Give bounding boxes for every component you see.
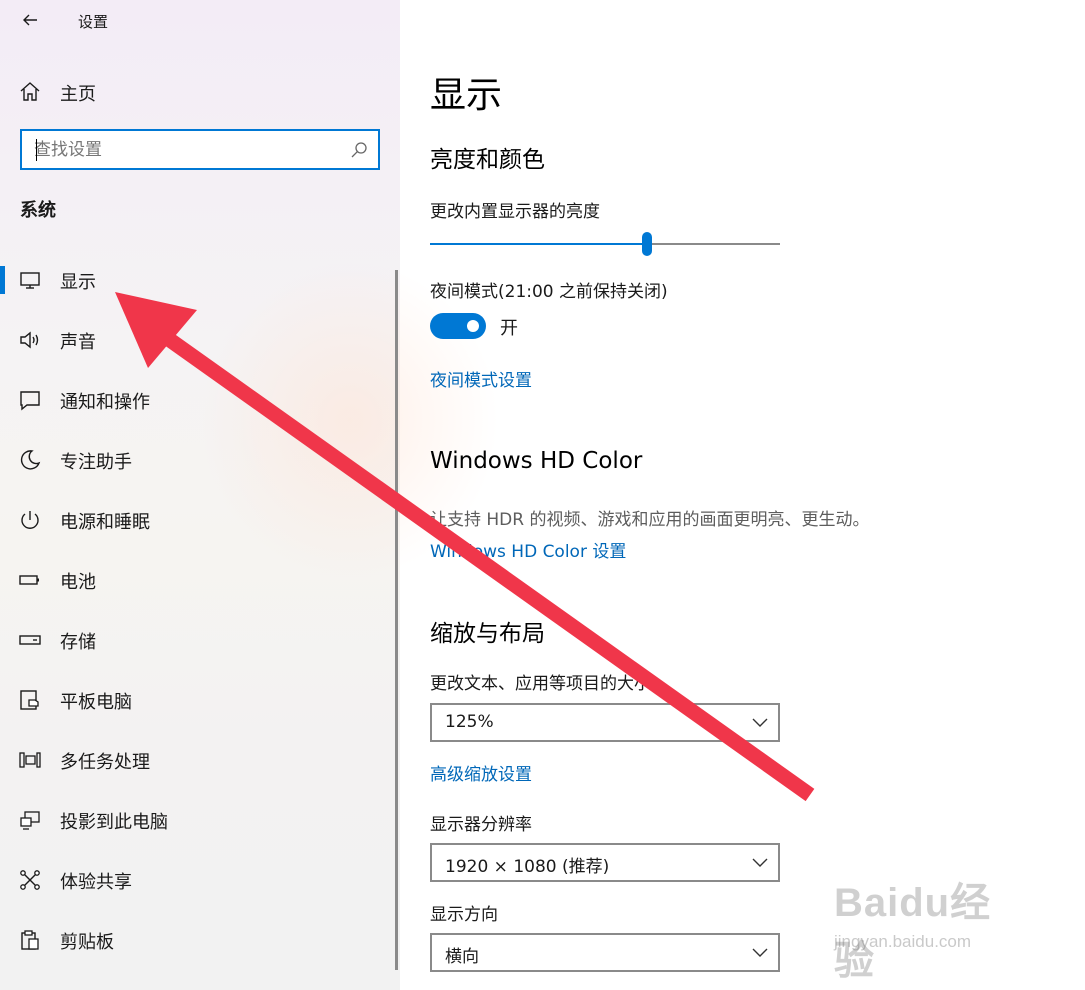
speaker-icon [20, 331, 39, 349]
baidu-watermark: Baidu经验 jingyan.baidu.com [830, 870, 1030, 983]
sidebar-item-label: 多任务处理 [60, 752, 150, 773]
hd-color-heading: Windows HD Color [430, 448, 643, 474]
sidebar-item-display[interactable]: 显示 [0, 250, 396, 310]
sidebar-item-label: 声音 [60, 332, 96, 353]
sidebar-item-label: 通知和操作 [60, 392, 150, 413]
night-light-settings-link[interactable]: 夜间模式设置 [430, 366, 532, 391]
sidebar-item-label: 专注助手 [60, 452, 132, 473]
title-bar: 设置 [0, 0, 400, 40]
resolution-value: 1920 × 1080 (推荐) [445, 857, 610, 877]
sidebar-item-focus-assist[interactable]: 专注助手 [0, 430, 396, 490]
projecting-icon [20, 811, 40, 830]
search-box[interactable] [20, 129, 380, 170]
chevron-down-icon [752, 718, 768, 727]
orientation-dropdown[interactable]: 横向 [430, 933, 780, 972]
monitor-icon [20, 272, 40, 289]
search-input[interactable] [34, 138, 334, 162]
advanced-scaling-link[interactable]: 高级缩放设置 [430, 760, 532, 785]
text-caret [36, 139, 37, 161]
sidebar-item-sound[interactable]: 声音 [0, 310, 396, 370]
orientation-value: 横向 [445, 947, 479, 967]
hd-color-description: 让支持 HDR 的视频、游戏和应用的画面更明亮、更生动。 [430, 510, 870, 530]
sidebar-item-power-sleep[interactable]: 电源和睡眠 [0, 490, 396, 550]
sidebar-item-shared-experiences[interactable]: 体验共享 [0, 850, 396, 910]
home-label: 主页 [60, 84, 96, 105]
watermark-url: jingyan.baidu.com [834, 932, 972, 951]
hd-color-settings-link[interactable]: Windows HD Color 设置 [430, 537, 626, 562]
scale-label: 更改文本、应用等项目的大小 [430, 674, 651, 694]
clipboard-icon [21, 930, 39, 950]
sidebar-item-label: 体验共享 [60, 872, 132, 893]
toggle-knob [467, 320, 479, 332]
sidebar-item-storage[interactable]: 存储 [0, 610, 396, 670]
scale-dropdown[interactable]: 125% [430, 703, 780, 742]
page-title: 显示 [430, 75, 503, 116]
watermark-logo: Baidu经验 [834, 881, 992, 983]
brightness-slider[interactable] [430, 232, 780, 256]
window-title: 设置 [78, 13, 109, 31]
sidebar-item-label: 投影到此电脑 [60, 812, 168, 833]
resolution-label: 显示器分辨率 [430, 815, 532, 835]
selection-indicator [0, 266, 5, 294]
night-light-state: 开 [500, 318, 518, 339]
sidebar-item-clipboard[interactable]: 剪贴板 [0, 910, 396, 970]
chevron-down-icon [752, 858, 768, 867]
scale-layout-heading: 缩放与布局 [430, 621, 545, 647]
nav-list: 显示 声音 通知和操作 专注助手 电源和睡眠 电池 存储 平板电脑 多任务处理 … [0, 250, 396, 970]
battery-icon [19, 575, 39, 585]
sidebar-item-projecting[interactable]: 投影到此电脑 [0, 790, 396, 850]
orientation-label: 显示方向 [430, 905, 498, 925]
multitasking-icon [19, 752, 41, 768]
slider-fill [430, 243, 647, 245]
brightness-label: 更改内置显示器的亮度 [430, 202, 600, 222]
tablet-icon [20, 690, 39, 710]
notification-icon [20, 391, 40, 411]
scale-value: 125% [445, 712, 494, 732]
power-icon [21, 511, 39, 529]
shared-experiences-icon [20, 870, 40, 890]
home-icon [20, 82, 40, 101]
search-icon[interactable] [350, 141, 368, 159]
sidebar-item-label: 显示 [60, 272, 96, 293]
section-heading-system: 系统 [20, 200, 56, 221]
home-nav-item[interactable]: 主页 [0, 72, 396, 112]
sidebar-item-label: 电源和睡眠 [60, 512, 150, 533]
sidebar-item-label: 存储 [60, 632, 96, 653]
sidebar-item-notifications[interactable]: 通知和操作 [0, 370, 396, 430]
night-light-toggle[interactable] [430, 313, 486, 339]
sidebar-scrollbar[interactable] [395, 270, 398, 970]
brightness-color-heading: 亮度和颜色 [430, 147, 545, 173]
back-button[interactable] [14, 6, 46, 34]
moon-icon [20, 450, 41, 470]
slider-thumb[interactable] [642, 232, 652, 256]
resolution-dropdown[interactable]: 1920 × 1080 (推荐) [430, 843, 780, 882]
sidebar-item-tablet[interactable]: 平板电脑 [0, 670, 396, 730]
main-content: 显示 亮度和颜色 更改内置显示器的亮度 夜间模式(21:00 之前保持关闭) 开… [400, 0, 1085, 990]
sidebar-item-multitasking[interactable]: 多任务处理 [0, 730, 396, 790]
sidebar-item-label: 电池 [60, 572, 96, 593]
sidebar-item-label: 剪贴板 [60, 932, 114, 953]
chevron-down-icon [752, 948, 768, 957]
sidebar: 设置 主页 系统 显示 声音 [0, 0, 500, 990]
storage-icon [19, 635, 41, 645]
sidebar-item-battery[interactable]: 电池 [0, 550, 396, 610]
night-light-label: 夜间模式(21:00 之前保持关闭) [430, 282, 668, 302]
back-arrow-icon [23, 14, 37, 26]
sidebar-item-label: 平板电脑 [60, 692, 132, 713]
